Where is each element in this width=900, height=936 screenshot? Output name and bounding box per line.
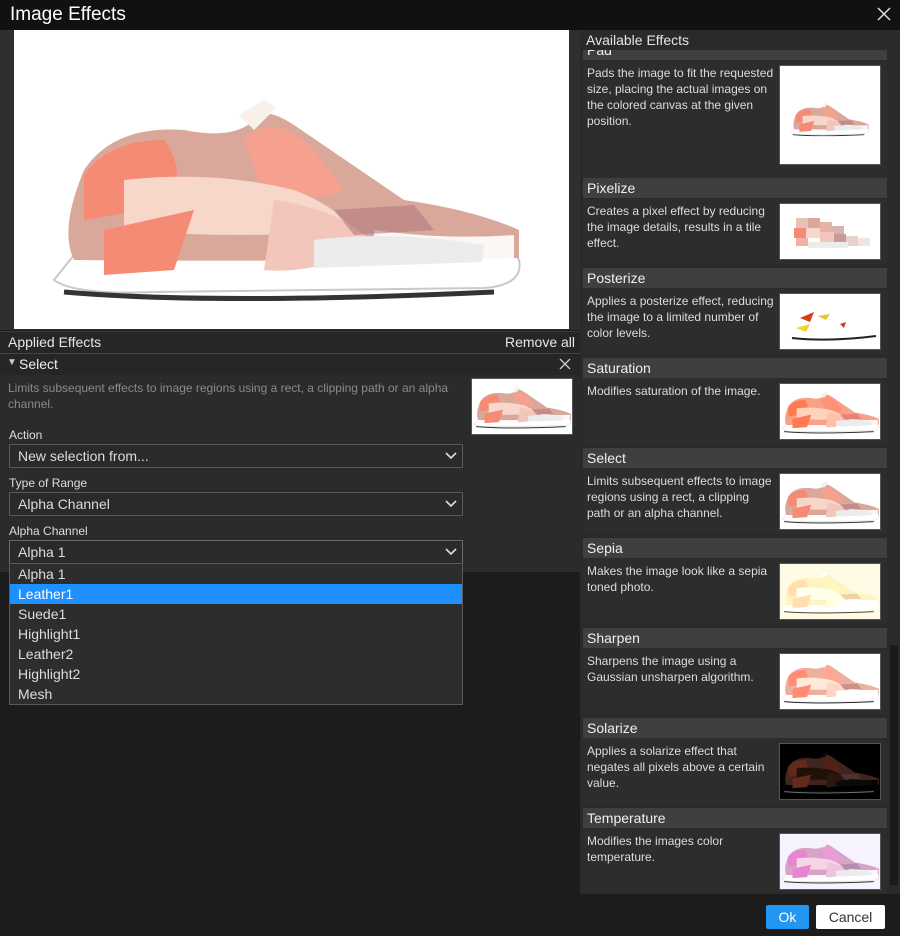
effect-card-temperature[interactable]: Temperature Modifies the images color te…: [583, 808, 887, 894]
select-effect-name: Select: [19, 356, 58, 372]
effect-name: Pad: [587, 50, 612, 58]
effect-thumbnail: [779, 833, 881, 890]
effect-name: Solarize: [587, 720, 638, 736]
applied-effects-label: Applied Effects: [8, 334, 102, 350]
effect-description: Pads the image to fit the requested size…: [587, 66, 774, 128]
effect-card-header[interactable]: Posterize: [583, 268, 887, 289]
effect-description: Modifies saturation of the image.: [587, 384, 761, 398]
effect-thumbnail: [779, 293, 881, 350]
select-effect-description: Limits subsequent effects to image regio…: [8, 381, 449, 411]
collapse-triangle-icon[interactable]: ▼: [7, 357, 17, 368]
effects-list[interactable]: Pad Pads the image to fit the requested …: [580, 50, 888, 894]
effect-card-select[interactable]: Select Limits subsequent effects to imag…: [583, 448, 887, 534]
effect-description: Creates a pixel effect by reducing the i…: [587, 204, 765, 250]
effect-card-header[interactable]: Temperature: [583, 808, 887, 829]
ok-button[interactable]: Ok: [766, 905, 809, 929]
effects-scrollbar[interactable]: [888, 50, 900, 894]
effect-thumbnail: [779, 563, 881, 620]
alpha-channel-select[interactable]: Alpha 1: [9, 540, 463, 564]
effect-name: Sharpen: [587, 630, 640, 646]
effect-description: Makes the image look like a sepia toned …: [587, 564, 768, 594]
effect-name: Pixelize: [587, 180, 636, 196]
chevron-down-icon: [445, 548, 457, 556]
effect-name: Saturation: [587, 360, 651, 376]
action-select-value: New selection from...: [18, 448, 149, 464]
effect-thumbnail: [779, 383, 881, 440]
effect-card-header[interactable]: Pad: [583, 50, 887, 61]
effect-card-pad[interactable]: Pad Pads the image to fit the requested …: [583, 50, 887, 190]
effect-card-header[interactable]: Sharpen: [583, 628, 887, 649]
effect-name: Sepia: [587, 540, 623, 556]
dropdown-option[interactable]: Mesh: [10, 684, 462, 704]
cancel-button[interactable]: Cancel: [816, 905, 885, 929]
effect-name: Select: [587, 450, 626, 466]
chevron-down-icon: [445, 452, 457, 460]
preview-frame: [0, 30, 580, 330]
sneaker-image: [14, 30, 569, 329]
effect-card-sepia[interactable]: Sepia Makes the image look like a sepia …: [583, 538, 887, 624]
select-effect-panel: ▼ Select Limits subsequent effects to im…: [0, 353, 580, 572]
alpha-channel-value: Alpha 1: [18, 544, 66, 560]
dropdown-option[interactable]: Highlight1: [10, 624, 462, 644]
effect-description: Modifies the images color temperature.: [587, 834, 724, 864]
alpha-channel-dropdown: Alpha 1 Leather1 Suede1 Highlight1 Leath…: [9, 563, 463, 705]
chevron-down-icon: [445, 500, 457, 508]
effect-card-saturation[interactable]: Saturation Modifies saturation of the im…: [583, 358, 887, 444]
dropdown-option[interactable]: Highlight2: [10, 664, 462, 684]
select-effect-header[interactable]: ▼ Select: [0, 354, 580, 375]
effect-card-header[interactable]: Solarize: [583, 718, 887, 739]
image-preview: [14, 30, 569, 329]
close-icon[interactable]: [876, 6, 892, 22]
alpha-channel-label: Alpha Channel: [9, 524, 88, 538]
dropdown-option-highlighted[interactable]: Leather1: [10, 584, 462, 604]
dropdown-option[interactable]: Alpha 1: [10, 564, 462, 584]
effect-thumbnail: [779, 743, 881, 800]
window-title: Image Effects: [10, 4, 126, 25]
action-label: Action: [9, 428, 43, 442]
effect-description: Applies a posterize effect, reducing the…: [587, 294, 774, 340]
available-effects-panel: Available Effects Pad Pads the image to …: [580, 30, 900, 894]
effect-description: Applies a solarize effect that negates a…: [587, 744, 765, 790]
effect-card-posterize[interactable]: Posterize Applies a posterize effect, re…: [583, 268, 887, 354]
range-type-select[interactable]: Alpha Channel: [9, 492, 463, 516]
effect-description: Sharpens the image using a Gaussian unsh…: [587, 654, 754, 684]
dropdown-option[interactable]: Leather2: [10, 644, 462, 664]
available-effects-title: Available Effects: [586, 32, 689, 48]
range-type-label: Type of Range: [9, 476, 88, 490]
effect-card-pixelize[interactable]: Pixelize Creates a pixel effect by reduc…: [583, 178, 887, 264]
title-bar: Image Effects: [0, 0, 900, 30]
select-effect-thumbnail: [471, 378, 573, 435]
effect-thumbnail: [779, 653, 881, 710]
applied-effects-header: Applied Effects Remove all: [0, 331, 580, 353]
effect-card-solarize[interactable]: Solarize Applies a solarize effect that …: [583, 718, 887, 804]
effect-card-header[interactable]: Select: [583, 448, 887, 469]
effect-thumbnail: [779, 203, 881, 260]
effect-card-sharpen[interactable]: Sharpen Sharpens the image using a Gauss…: [583, 628, 887, 714]
effect-card-header[interactable]: Saturation: [583, 358, 887, 379]
remove-all-button[interactable]: Remove all: [505, 334, 575, 350]
scrollbar-thumb[interactable]: [890, 645, 898, 885]
effect-name: Temperature: [587, 810, 666, 826]
effect-thumbnail: [779, 65, 881, 165]
effect-description: Limits subsequent effects to image regio…: [587, 474, 772, 520]
effect-card-header[interactable]: Pixelize: [583, 178, 887, 199]
effect-name: Posterize: [587, 270, 646, 286]
range-type-value: Alpha Channel: [18, 496, 110, 512]
action-select[interactable]: New selection from...: [9, 444, 463, 468]
remove-effect-icon[interactable]: [558, 357, 572, 371]
effect-thumbnail: [779, 473, 881, 530]
effect-card-header[interactable]: Sepia: [583, 538, 887, 559]
dropdown-option[interactable]: Suede1: [10, 604, 462, 624]
